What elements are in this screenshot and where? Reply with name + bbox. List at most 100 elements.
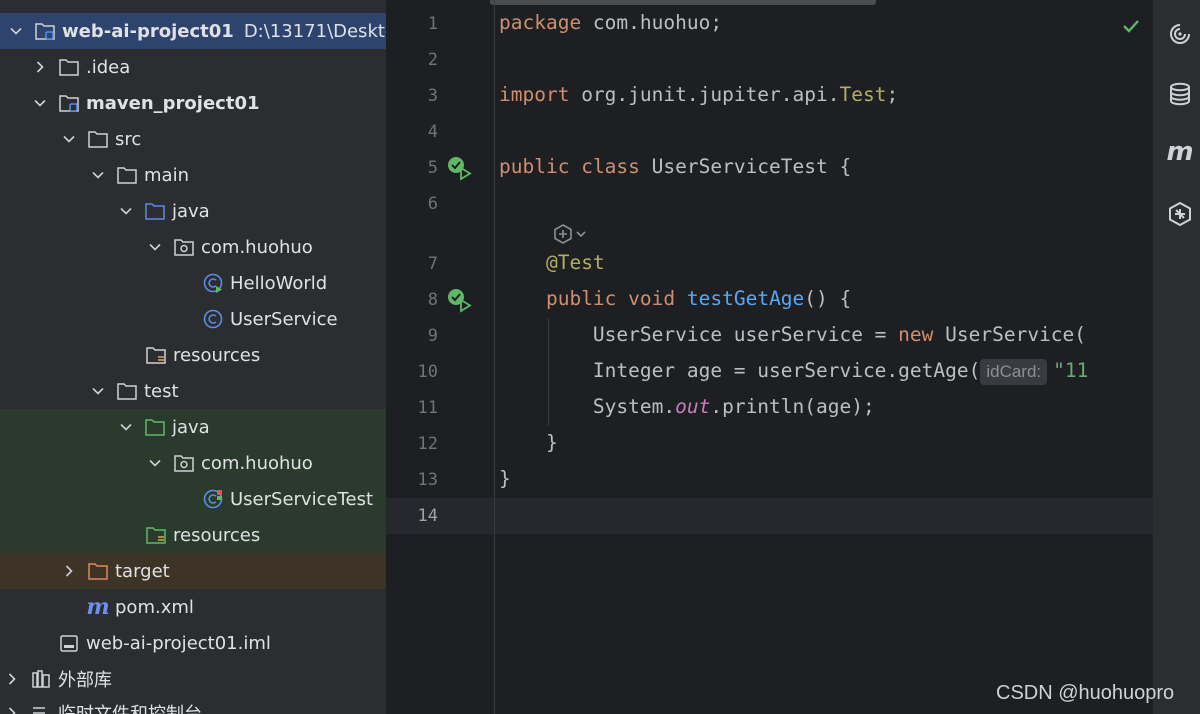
java-test-class-icon — [202, 488, 224, 510]
tree-item-label: .idea — [86, 56, 131, 78]
tree-item-label: com.huohuo — [201, 236, 313, 258]
folder-icon — [87, 128, 109, 150]
tree-item-scratches[interactable]: 临时文件和控制台 — [0, 695, 386, 714]
tree-item-label: 外部库 — [58, 670, 112, 691]
tree-item-test[interactable]: test — [0, 373, 386, 409]
chevron-down-icon — [576, 231, 586, 238]
tree-item-userservice[interactable]: UserService — [0, 301, 386, 337]
inspection-ok-icon[interactable] — [1121, 16, 1141, 36]
chevron-down-icon[interactable] — [145, 237, 165, 257]
chevron-right-icon[interactable] — [30, 57, 50, 77]
database-tool-button[interactable] — [1166, 80, 1194, 108]
line-number-current: 14 — [417, 506, 438, 526]
code-line-7: @Test — [545, 251, 605, 274]
watermark: CSDN @huohuopro — [996, 682, 1175, 704]
run-test-method-icon[interactable] — [446, 287, 472, 313]
tree-item-target[interactable]: target — [0, 553, 386, 589]
java-class-icon — [202, 308, 224, 330]
module-folder-icon — [58, 92, 80, 114]
tree-item-resources-main[interactable]: resources — [0, 337, 386, 373]
tree-item-label: HelloWorld — [230, 272, 328, 294]
test-source-folder-icon — [144, 416, 166, 438]
module-folder-icon — [34, 20, 56, 42]
line-number: 9 — [427, 326, 438, 346]
tree-item-src[interactable]: src — [0, 121, 386, 157]
tree-item-java-main[interactable]: java — [0, 193, 386, 229]
tree-item-label: test — [144, 380, 179, 402]
tree-item-maven-project01[interactable]: maven_project01 — [0, 85, 386, 121]
code-editor[interactable]: 1 2 3 4 5 6 7 8 9 10 11 12 13 14 package… — [386, 0, 1153, 714]
line-number: 11 — [417, 398, 438, 418]
code-line-12: } — [545, 431, 558, 454]
code-line-13: } — [499, 467, 511, 490]
tree-item-label: com.huohuo — [201, 452, 313, 474]
maven-icon: m — [1166, 137, 1194, 167]
line-number: 5 — [427, 158, 438, 178]
line-number: 2 — [427, 50, 438, 70]
line-number: 8 — [427, 290, 438, 310]
ai-assistant-tool-button[interactable] — [1166, 20, 1194, 48]
java-class-runnable-icon — [202, 272, 224, 294]
code-line-10: Integer age = userService.getAge(idCard:… — [499, 359, 1088, 385]
chevron-right-icon[interactable] — [59, 561, 79, 581]
chevron-down-icon[interactable] — [88, 165, 108, 185]
package-icon — [173, 236, 195, 258]
folder-icon — [116, 164, 138, 186]
tree-item-idea[interactable]: .idea — [0, 49, 386, 85]
tree-item-main[interactable]: main — [0, 157, 386, 193]
tree-item-label: main — [144, 164, 189, 186]
tree-item-resources-test[interactable]: resources — [0, 517, 386, 553]
folder-icon — [58, 56, 80, 78]
tree-item-label: resources — [173, 524, 261, 546]
chevron-down-icon[interactable] — [116, 201, 136, 221]
module-file-icon — [58, 632, 80, 654]
chevron-down-icon[interactable] — [59, 129, 79, 149]
chevron-down-icon[interactable] — [88, 381, 108, 401]
code-line-9: UserService userService = new UserServic… — [592, 323, 1087, 346]
tree-item-package-test[interactable]: com.huohuo — [0, 445, 386, 481]
right-tool-strip: m — [1153, 0, 1200, 714]
resources-folder-icon — [145, 344, 167, 366]
ai-chat-tool-button[interactable] — [1166, 200, 1194, 228]
tree-item-label: resources — [173, 344, 261, 366]
line-number: 3 — [427, 86, 438, 106]
chevron-down-icon[interactable] — [30, 93, 50, 113]
tree-item-userservicetest[interactable]: UserServiceTest — [0, 481, 386, 517]
ai-assistant-icon — [1170, 24, 1190, 44]
code-line-11: System.out.println(age); — [592, 395, 875, 418]
code-line-8: public void testGetAge() { — [545, 287, 852, 310]
ai-assistant-icon — [554, 224, 572, 244]
horizontal-scrollbar[interactable] — [490, 0, 876, 5]
ai-code-vision[interactable] — [552, 222, 596, 246]
maven-tool-button[interactable]: m — [1166, 137, 1194, 167]
tree-item-pom[interactable]: m pom.xml — [0, 589, 386, 625]
tree-item-label: java — [172, 416, 210, 438]
line-number: 6 — [427, 194, 438, 214]
chevron-down-icon[interactable] — [6, 21, 26, 41]
code-line-5: public class UserServiceTest { — [499, 155, 852, 178]
chevron-down-icon[interactable] — [116, 417, 136, 437]
tree-item-helloworld[interactable]: HelloWorld — [0, 265, 386, 301]
gutter-divider — [494, 0, 495, 714]
tree-item-label: web-ai-project01 — [62, 20, 234, 42]
tree-item-label: web-ai-project01.iml — [86, 632, 271, 654]
chevron-right-icon[interactable] — [2, 703, 22, 714]
tree-item-label: 临时文件和控制台 — [58, 700, 202, 714]
tree-item-external-libraries[interactable]: 外部库 — [0, 661, 386, 697]
tree-item-label: src — [115, 128, 142, 150]
ai-chat-icon — [1169, 201, 1191, 227]
package-icon — [173, 452, 195, 474]
line-number: 7 — [427, 254, 438, 274]
parameter-hint: idCard: — [980, 359, 1048, 385]
tree-item-web-ai-project01[interactable]: web-ai-project01 D:\13171\Desktop\ — [0, 13, 386, 49]
run-test-class-icon[interactable] — [446, 155, 472, 181]
line-number: 13 — [417, 470, 438, 490]
tree-item-package-main[interactable]: com.huohuo — [0, 229, 386, 265]
chevron-right-icon[interactable] — [2, 669, 22, 689]
tree-item-label: UserServiceTest — [230, 488, 373, 510]
library-icon — [30, 668, 52, 690]
tree-item-java-test[interactable]: java — [0, 409, 386, 445]
maven-file-icon: m — [86, 594, 110, 620]
chevron-down-icon[interactable] — [145, 453, 165, 473]
tree-item-iml[interactable]: web-ai-project01.iml — [0, 625, 386, 661]
